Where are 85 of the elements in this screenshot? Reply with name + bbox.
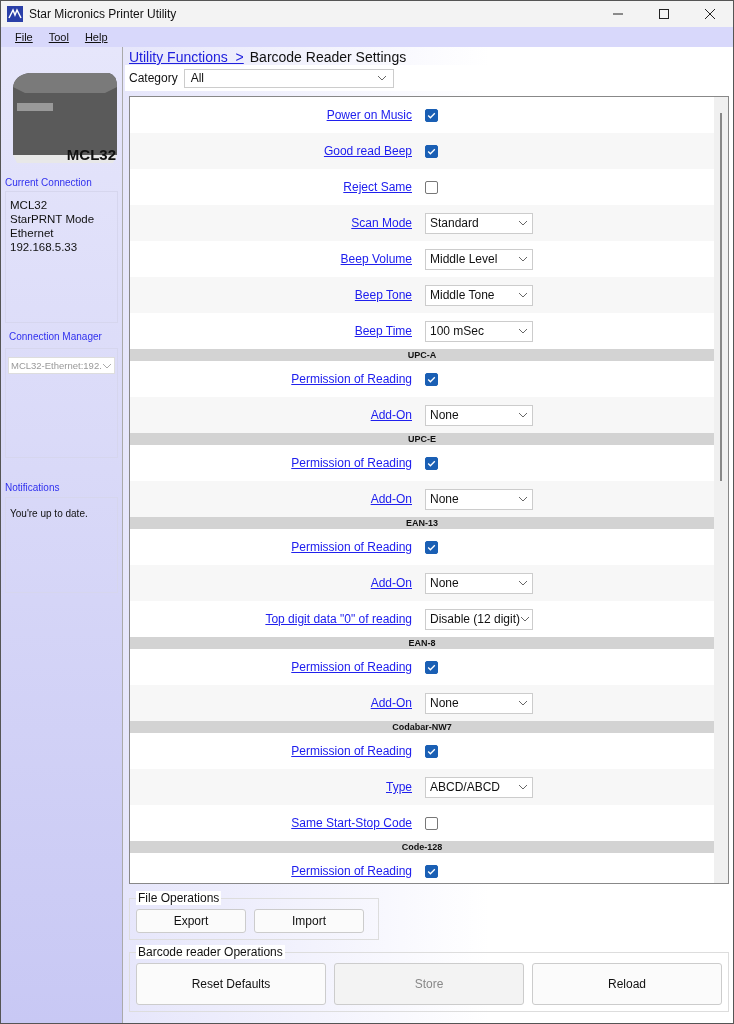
connection-detail: Ethernet xyxy=(10,226,55,240)
menu-item[interactable]: Tool xyxy=(48,31,69,43)
value-dropdown[interactable]: None xyxy=(425,404,533,426)
caret-icon xyxy=(518,220,528,226)
checkbox[interactable] xyxy=(425,372,438,386)
connection-detail: StarPRNT Mode xyxy=(10,212,96,226)
scrollbar-thumb[interactable] xyxy=(720,113,722,481)
section-header: Codabar-NW7 xyxy=(130,721,714,733)
setting-link[interactable]: Reject Same xyxy=(130,180,412,194)
caret-icon xyxy=(518,328,528,334)
section-header: UPC-A xyxy=(130,349,714,361)
caret-icon xyxy=(518,256,528,262)
setting-link[interactable]: Beep Time xyxy=(130,324,412,338)
setting-link[interactable]: Permission of Reading xyxy=(130,744,412,758)
page-title: Barcode Reader Settings xyxy=(249,49,407,65)
setting-link[interactable]: Same Start-Stop Code xyxy=(130,816,412,830)
checkbox[interactable] xyxy=(425,540,438,554)
caret-icon xyxy=(520,616,531,622)
section-header: Code-128 xyxy=(130,841,714,853)
operation-button[interactable]: Reload xyxy=(532,963,722,1005)
setting-link[interactable]: Type xyxy=(130,780,412,794)
category-label: Category xyxy=(129,71,178,85)
setting-link[interactable]: Good read Beep xyxy=(130,144,412,158)
close-icon[interactable] xyxy=(705,9,715,19)
group-title: File Operations xyxy=(136,891,222,905)
category-dropdown[interactable]: All xyxy=(183,68,394,88)
value-dropdown[interactable]: 100 mSec xyxy=(425,320,533,342)
setting-link[interactable]: Add-On xyxy=(130,492,412,506)
file-button[interactable]: Import xyxy=(254,909,364,933)
caret-icon xyxy=(376,75,387,81)
menu-item[interactable]: Help xyxy=(84,31,108,43)
caret-icon xyxy=(518,412,528,418)
setting-link[interactable]: Beep Tone xyxy=(130,288,412,302)
setting-link[interactable]: Add-On xyxy=(130,576,412,590)
setting-link[interactable]: Beep Volume xyxy=(130,252,412,266)
group-title: Barcode reader Operations xyxy=(136,945,285,959)
setting-link[interactable]: Permission of Reading xyxy=(130,540,412,554)
section-header: UPC-E xyxy=(130,433,714,445)
caret-icon xyxy=(518,292,528,298)
caret-icon xyxy=(518,700,528,706)
section-header: EAN-13 xyxy=(130,517,714,529)
value-dropdown[interactable]: Middle Level xyxy=(425,248,533,270)
checkbox[interactable] xyxy=(425,744,438,758)
value-dropdown[interactable]: None xyxy=(425,692,533,714)
window-title: Star Micronics Printer Utility xyxy=(29,7,177,21)
setting-link[interactable]: Add-On xyxy=(130,408,412,422)
section-header: EAN-8 xyxy=(130,637,714,649)
section-title: Notifications xyxy=(5,482,61,493)
setting-link[interactable]: Scan Mode xyxy=(130,216,412,230)
menu-item[interactable]: File xyxy=(15,31,33,43)
checkbox[interactable] xyxy=(425,144,438,158)
caret-icon xyxy=(518,496,528,502)
setting-link[interactable]: Add-On xyxy=(130,696,412,710)
notification-text: You're up to date. xyxy=(10,508,88,519)
checkbox[interactable] xyxy=(425,180,438,194)
section-title: Connection Manager xyxy=(9,331,103,342)
setting-link[interactable]: Top digit data "0" of reading xyxy=(130,612,412,626)
caret-icon xyxy=(102,362,112,369)
setting-link[interactable]: Permission of Reading xyxy=(130,864,412,878)
section-title: Current Connection xyxy=(5,177,93,188)
app-logo-icon xyxy=(7,6,23,22)
value-dropdown[interactable]: Middle Tone xyxy=(425,284,533,306)
value-dropdown[interactable]: None xyxy=(425,572,533,594)
value-dropdown[interactable]: ABCD/ABCD xyxy=(425,776,533,798)
value-dropdown[interactable]: Standard xyxy=(425,212,533,234)
value-dropdown[interactable]: None xyxy=(425,488,533,510)
checkbox[interactable] xyxy=(425,816,438,830)
checkbox[interactable] xyxy=(425,660,438,674)
setting-link[interactable]: Permission of Reading xyxy=(130,372,412,386)
file-button[interactable]: Export xyxy=(136,909,246,933)
connection-detail: 192.168.5.33 xyxy=(10,240,79,254)
setting-link[interactable]: Power on Music xyxy=(130,108,412,122)
setting-link[interactable]: Permission of Reading xyxy=(130,660,412,674)
maximize-icon[interactable] xyxy=(659,9,669,19)
setting-link[interactable]: Permission of Reading xyxy=(130,456,412,470)
operation-button[interactable]: Reset Defaults xyxy=(136,963,326,1005)
caret-icon xyxy=(518,580,528,586)
printer-model-label: MCL32 xyxy=(66,146,116,163)
connection-detail: MCL32 xyxy=(10,198,49,212)
value-dropdown[interactable]: Disable (12 digit) xyxy=(425,608,533,630)
checkbox[interactable] xyxy=(425,456,438,470)
breadcrumb-link[interactable]: Utility Functions > xyxy=(129,49,244,65)
caret-icon xyxy=(518,784,528,790)
checkbox[interactable] xyxy=(425,108,438,122)
checkbox[interactable] xyxy=(425,864,438,878)
